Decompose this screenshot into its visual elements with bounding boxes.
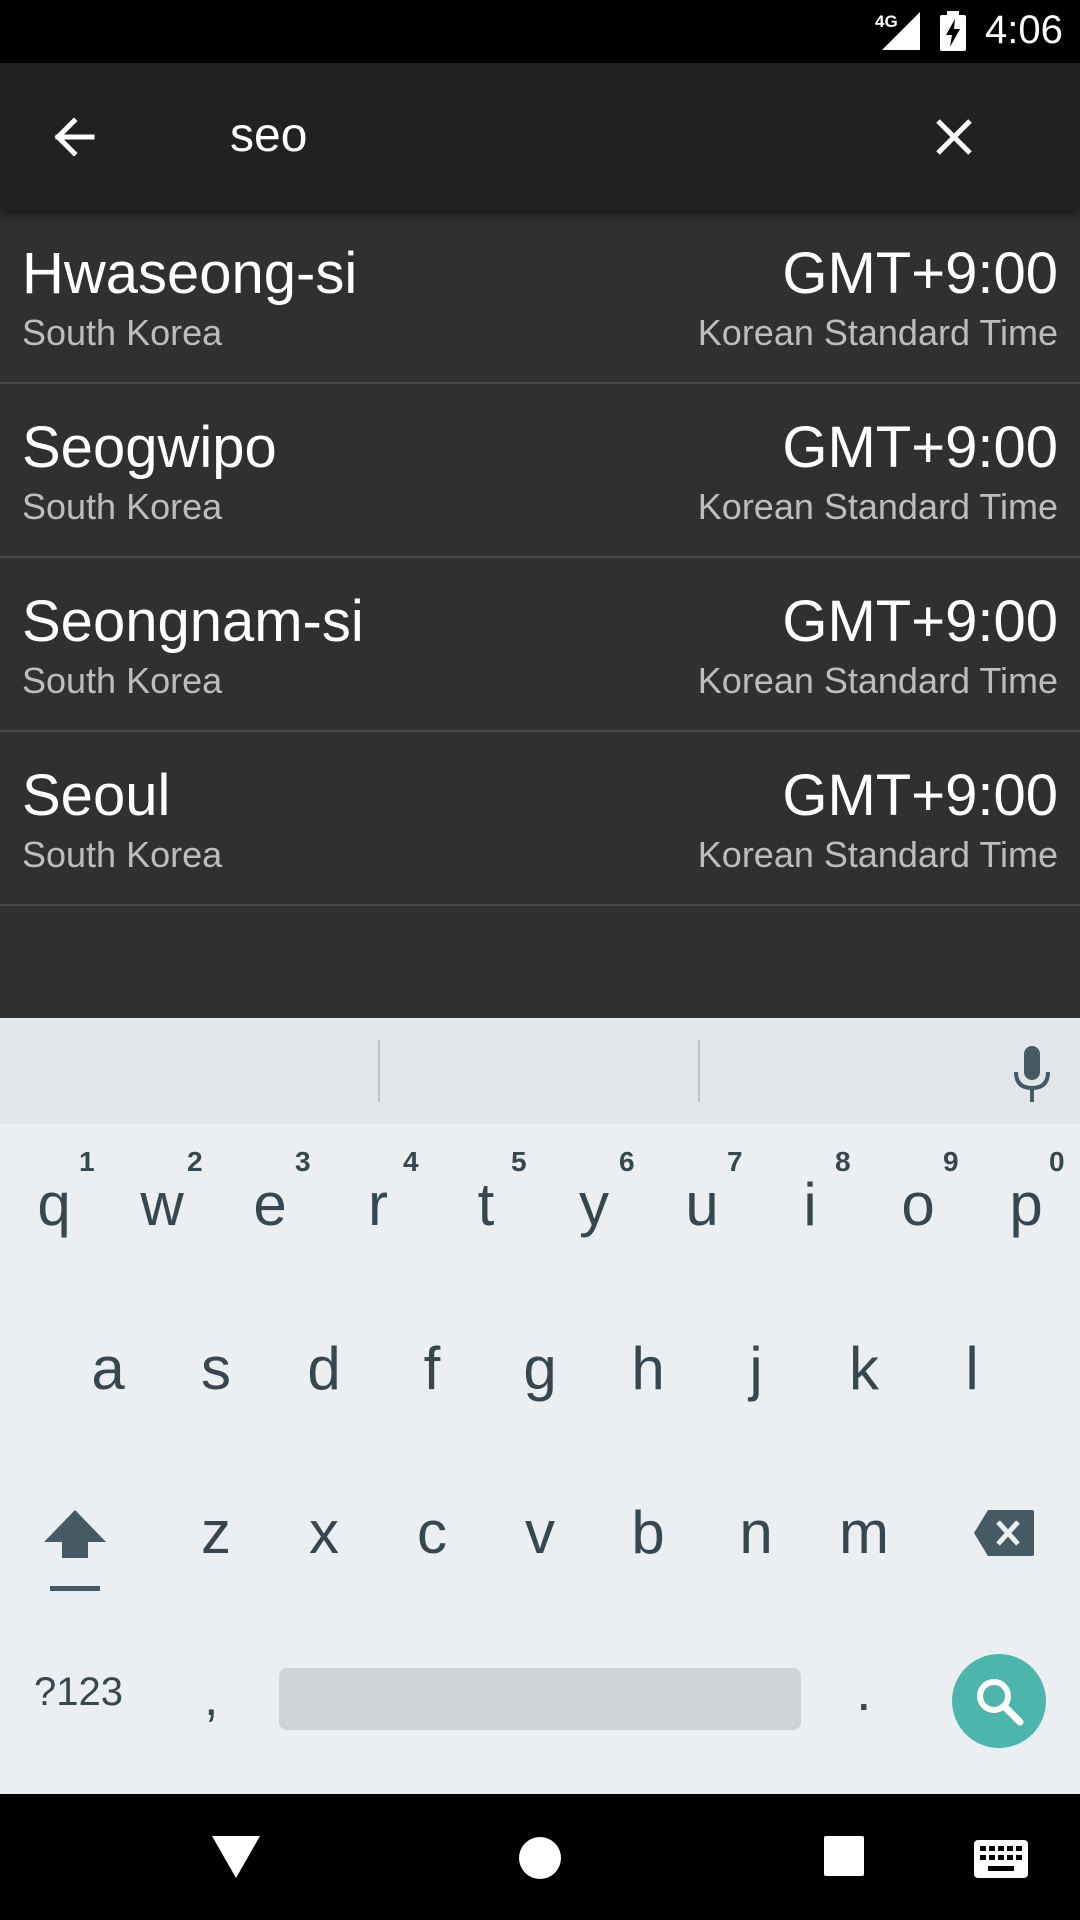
status-bar: 4G 4:06	[0, 0, 1080, 63]
close-icon[interactable]	[920, 103, 988, 171]
country-name: South Korea	[22, 312, 223, 353]
results-list: Hwaseong-si South Korea GMT+9:00 Korean …	[0, 210, 1080, 1018]
key-hint: 4	[403, 1146, 419, 1177]
key-n[interactable]: n	[702, 1498, 810, 1567]
key-hint: 8	[835, 1146, 851, 1177]
list-item[interactable]: Hwaseong-si South Korea GMT+9:00 Korean …	[0, 210, 1080, 384]
suggestion-strip	[0, 1018, 1080, 1124]
key-o[interactable]: o	[864, 1170, 972, 1239]
key-hint: 5	[511, 1146, 527, 1177]
key-d[interactable]: d	[270, 1334, 378, 1403]
comma-key[interactable]: ,	[204, 1668, 218, 1728]
key-hint: 2	[187, 1146, 203, 1177]
key-hint: 7	[727, 1146, 743, 1177]
suggestion-divider	[378, 1040, 380, 1102]
space-bar[interactable]	[279, 1668, 801, 1730]
key-f[interactable]: f	[378, 1334, 486, 1403]
key-k[interactable]: k	[810, 1334, 918, 1403]
navigation-bar	[0, 1794, 1080, 1920]
key-hint: 1	[79, 1146, 95, 1177]
country-name: South Korea	[22, 660, 223, 701]
gmt-offset: GMT+9:00	[782, 763, 1058, 828]
home-circle-icon[interactable]	[518, 1836, 562, 1880]
key-i[interactable]: i	[756, 1170, 864, 1239]
key-r[interactable]: r	[324, 1170, 432, 1239]
backspace-icon[interactable]	[972, 1508, 1036, 1558]
back-arrow-icon[interactable]	[40, 103, 108, 171]
gmt-offset: GMT+9:00	[782, 589, 1058, 654]
shift-icon[interactable]	[42, 1508, 108, 1598]
key-j[interactable]: j	[702, 1334, 810, 1403]
search-input[interactable]: seo	[230, 108, 307, 163]
key-t[interactable]: t	[432, 1170, 540, 1239]
soft-keyboard: q w e r t y u i o p 1 2 3 4 5 6 7 8 9 0 …	[0, 1018, 1080, 1794]
battery-charging-icon	[940, 11, 966, 51]
key-m[interactable]: m	[810, 1498, 918, 1567]
timezone-name: Korean Standard Time	[697, 834, 1058, 875]
country-name: South Korea	[22, 834, 223, 875]
timezone-name: Korean Standard Time	[697, 660, 1058, 701]
key-p[interactable]: p	[972, 1170, 1080, 1239]
search-icon	[977, 1679, 1024, 1726]
key-g[interactable]: g	[486, 1334, 594, 1403]
gmt-offset: GMT+9:00	[782, 241, 1058, 306]
suggestion-divider	[698, 1040, 700, 1102]
city-name: Seogwipo	[22, 415, 277, 480]
key-q[interactable]: q	[0, 1170, 108, 1239]
list-item[interactable]: Seogwipo South Korea GMT+9:00 Korean Sta…	[0, 384, 1080, 558]
keyboard-switch-icon[interactable]	[974, 1840, 1028, 1878]
recents-square-icon[interactable]	[824, 1836, 864, 1876]
key-hint: 6	[619, 1146, 635, 1177]
timezone-name: Korean Standard Time	[697, 312, 1058, 353]
key-x[interactable]: x	[270, 1498, 378, 1567]
key-a[interactable]: a	[54, 1334, 162, 1403]
microphone-icon[interactable]	[1008, 1044, 1056, 1104]
key-s[interactable]: s	[162, 1334, 270, 1403]
key-b[interactable]: b	[594, 1498, 702, 1567]
city-name: Seongnam-si	[22, 589, 364, 654]
key-hint: 9	[943, 1146, 959, 1177]
timezone-name: Korean Standard Time	[697, 486, 1058, 527]
key-y[interactable]: y	[540, 1170, 648, 1239]
key-v[interactable]: v	[486, 1498, 594, 1567]
search-action-button[interactable]	[952, 1654, 1046, 1748]
key-w[interactable]: w	[108, 1170, 216, 1239]
key-e[interactable]: e	[216, 1170, 324, 1239]
key-l[interactable]: l	[918, 1334, 1026, 1403]
key-hint: 0	[1049, 1146, 1065, 1177]
key-h[interactable]: h	[594, 1334, 702, 1403]
list-item[interactable]: Seongnam-si South Korea GMT+9:00 Korean …	[0, 558, 1080, 732]
signal-icon	[882, 12, 920, 50]
list-item[interactable]: Seoul South Korea GMT+9:00 Korean Standa…	[0, 732, 1080, 906]
key-z[interactable]: z	[162, 1498, 270, 1567]
key-c[interactable]: c	[378, 1498, 486, 1567]
period-key[interactable]: .	[856, 1658, 872, 1723]
clock: 4:06	[985, 8, 1063, 52]
country-name: South Korea	[22, 486, 223, 527]
back-triangle-icon[interactable]	[210, 1834, 262, 1880]
key-hint: 3	[295, 1146, 311, 1177]
key-u[interactable]: u	[648, 1170, 756, 1239]
city-name: Seoul	[22, 763, 171, 828]
search-toolbar: seo	[0, 63, 1080, 210]
symbols-key[interactable]: ?123	[34, 1670, 123, 1715]
gmt-offset: GMT+9:00	[782, 415, 1058, 480]
city-name: Hwaseong-si	[22, 241, 358, 306]
